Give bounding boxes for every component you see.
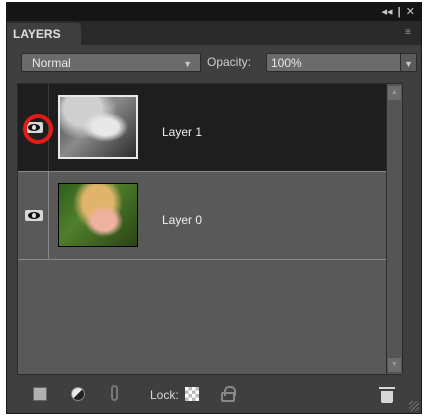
vertical-scrollbar[interactable]: ▲ ▼ bbox=[386, 84, 402, 374]
opacity-label: Opacity: bbox=[207, 55, 252, 69]
visibility-toggle[interactable] bbox=[18, 84, 53, 171]
opacity-value: 100% bbox=[271, 56, 302, 70]
blend-mode-select[interactable]: Normal ▼ bbox=[21, 53, 201, 72]
blend-mode-value: Normal bbox=[32, 56, 71, 70]
layer-thumbnail bbox=[58, 183, 138, 247]
scroll-up-icon[interactable]: ▲ bbox=[388, 86, 401, 100]
opacity-field[interactable]: 100% ▼ bbox=[266, 53, 417, 72]
window-controls: ◂◂ | ✕ bbox=[380, 5, 415, 18]
highlight-circle bbox=[23, 114, 53, 144]
eye-icon[interactable] bbox=[25, 210, 43, 221]
layer-row-layer-0[interactable]: Layer 0 bbox=[18, 172, 402, 260]
layers-panel: ◂◂ | ✕ LAYERS ≡ Normal ▼ Opacity: 100% ▼… bbox=[6, 2, 422, 414]
lock-transparency-icon[interactable] bbox=[185, 387, 199, 401]
lock-icon[interactable] bbox=[221, 386, 236, 402]
panel-title-strip: ◂◂ | ✕ bbox=[7, 3, 421, 21]
chevron-down-icon: ▼ bbox=[404, 59, 413, 69]
visibility-toggle[interactable] bbox=[18, 172, 49, 259]
lock-label: Lock: bbox=[150, 388, 179, 402]
link-icon[interactable] bbox=[111, 385, 118, 401]
layer-thumbnail bbox=[58, 95, 138, 159]
adjustment-layer-icon[interactable] bbox=[71, 387, 85, 401]
scroll-down-icon[interactable]: ▼ bbox=[388, 358, 401, 372]
resize-grip[interactable] bbox=[409, 401, 419, 411]
panel-menu-icon[interactable]: ≡ bbox=[405, 28, 415, 38]
collapse-icon[interactable]: ◂◂ bbox=[382, 6, 393, 18]
layers-footer-toolbar: Lock: bbox=[7, 377, 421, 413]
layer-name[interactable]: Layer 0 bbox=[162, 213, 202, 227]
layer-name[interactable]: Layer 1 bbox=[162, 125, 202, 139]
separator: | bbox=[397, 6, 401, 18]
chevron-down-icon: ▼ bbox=[183, 59, 192, 69]
trash-icon[interactable] bbox=[379, 387, 395, 403]
close-icon[interactable]: ✕ bbox=[406, 6, 415, 18]
layer-row-layer-1[interactable]: Layer 1 bbox=[18, 84, 402, 172]
layer-options-toolbar: Normal ▼ Opacity: 100% ▼ bbox=[7, 47, 421, 79]
new-layer-icon[interactable] bbox=[33, 387, 47, 401]
tab-layers[interactable]: LAYERS bbox=[7, 23, 81, 45]
layers-list: Layer 1 Layer 0 ▲ ▼ bbox=[17, 83, 403, 375]
tab-bar: LAYERS ≡ bbox=[7, 21, 421, 45]
